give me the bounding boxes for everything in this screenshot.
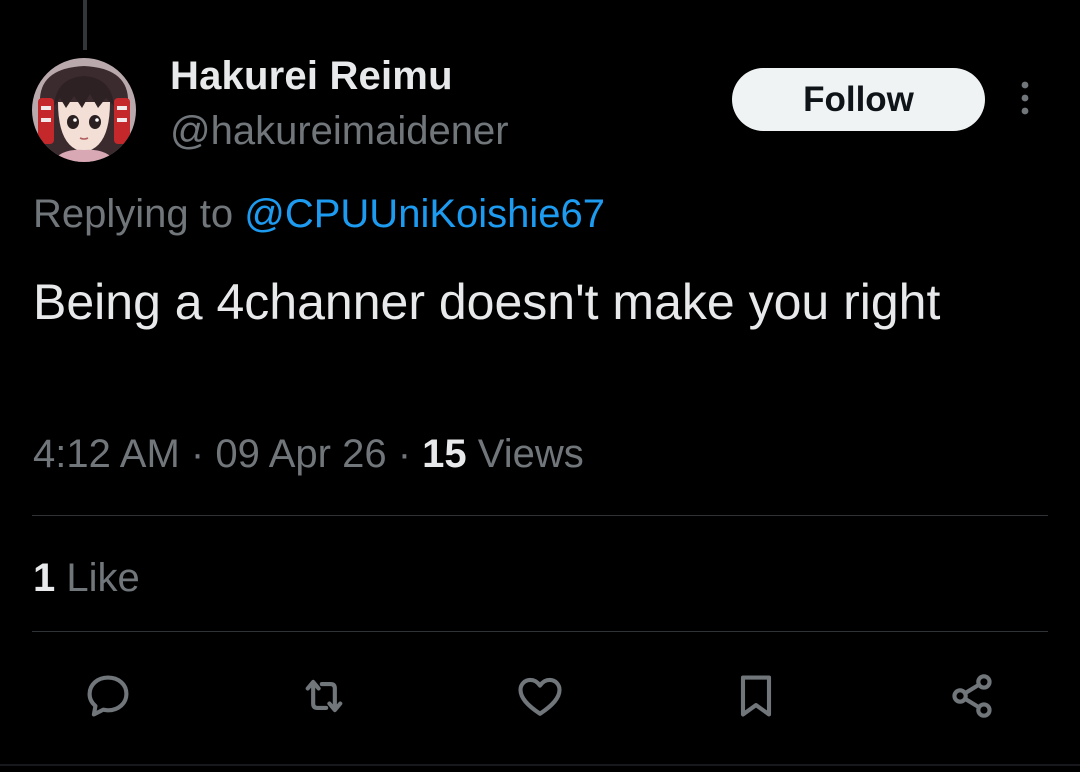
views-count: 15	[422, 432, 467, 476]
likes-label: Like	[66, 556, 140, 600]
tweet-meta: 4:12 AM · 09 Apr 26 · 15 Views	[33, 432, 584, 477]
reply-context: Replying to @CPUUniKoishie67	[33, 192, 605, 237]
likes-count: 1	[33, 556, 56, 600]
tweet-text: Being a 4channer doesn't make you right	[33, 274, 941, 330]
like-icon[interactable]	[514, 670, 566, 722]
bottom-divider	[0, 764, 1080, 766]
meta-separator: ·	[190, 432, 205, 476]
reply-icon[interactable]	[82, 670, 134, 722]
reply-mention-link[interactable]: @CPUUniKoishie67	[244, 192, 605, 236]
author-display-name[interactable]: Hakurei Reimu	[170, 54, 453, 99]
follow-button[interactable]: Follow	[732, 68, 985, 131]
meta-separator: ·	[397, 432, 412, 476]
author-handle[interactable]: @hakureimaidener	[170, 109, 509, 154]
bookmark-icon[interactable]	[730, 670, 782, 722]
reply-context-prefix: Replying to	[33, 192, 234, 236]
divider	[32, 631, 1048, 632]
more-vertical-icon[interactable]	[1010, 78, 1040, 118]
tweet-date[interactable]: 09 Apr 26	[215, 432, 386, 476]
thread-line	[83, 0, 87, 50]
share-icon[interactable]	[946, 670, 998, 722]
divider	[32, 515, 1048, 516]
views-label: Views	[477, 432, 584, 476]
avatar[interactable]	[32, 58, 136, 162]
likes-count-link[interactable]: 1 Like	[33, 556, 140, 601]
tweet-time[interactable]: 4:12 AM	[33, 432, 180, 476]
repost-icon[interactable]	[298, 670, 350, 722]
